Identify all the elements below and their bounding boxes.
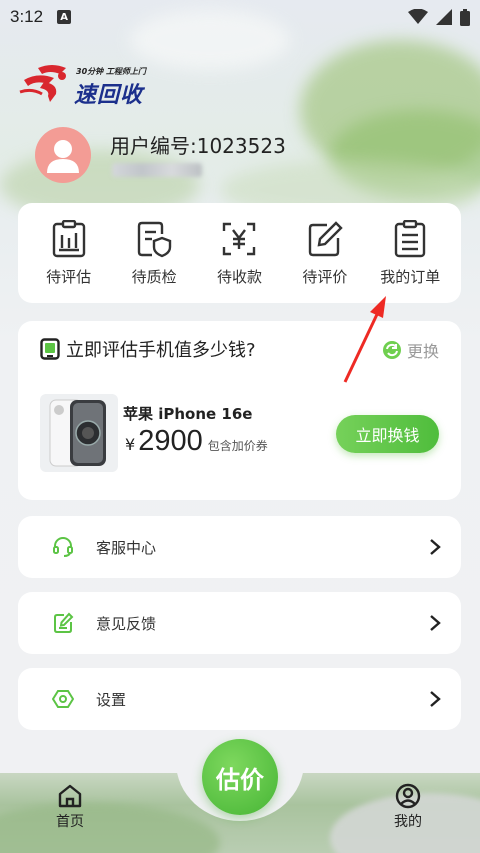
status-time: 3:12 [10, 7, 44, 26]
estimate-fab-button[interactable]: 估价 [202, 739, 278, 815]
order-item-pending-review[interactable]: 待评价 [285, 220, 365, 287]
menu-label: 意见反馈 [96, 614, 157, 633]
headset-icon [53, 537, 73, 557]
logo-slogan: 30分钟 工程师上门 [76, 67, 146, 76]
price-note: 包含加价券 [207, 439, 268, 453]
order-label: 待质检 [131, 267, 177, 286]
estimate-title: 立即评估手机值多少钱? [66, 340, 256, 361]
refresh-icon [382, 341, 401, 359]
nav-mine[interactable]: 我的 [378, 783, 438, 831]
signal-icon [436, 9, 452, 25]
user-id: 用户编号:1023523 [110, 134, 286, 158]
clipboard-chart-icon [52, 219, 85, 257]
swap-label: 更换 [406, 342, 439, 361]
estimate-header: 立即评估手机值多少钱? [40, 336, 256, 362]
currency-symbol: ¥ [125, 435, 136, 454]
battery-icon [460, 8, 470, 26]
menu-customer-service[interactable]: 客服中心 [18, 516, 461, 578]
chevron-right-icon [430, 615, 441, 631]
order-label: 待收款 [216, 267, 262, 286]
menu-settings[interactable]: 设置 [18, 668, 461, 730]
chevron-right-icon [430, 691, 441, 707]
user-name-redacted [112, 163, 202, 177]
home-icon [58, 784, 82, 808]
nav-home-label: 首页 [56, 814, 84, 830]
yuan-scan-icon [223, 222, 256, 255]
user-circle-icon [395, 783, 421, 809]
order-label: 待评估 [46, 267, 92, 286]
runner-logo-icon [19, 65, 66, 102]
shield-doc-icon [137, 221, 172, 257]
price-value: 2900 [138, 425, 203, 457]
chevron-right-icon [430, 539, 441, 555]
menu-feedback[interactable]: 意见反馈 [18, 592, 461, 654]
app-logo: 30分钟 工程师上门 速回收 [18, 58, 148, 108]
edit-icon [308, 220, 343, 256]
phone-name: 苹果 iPhone 16e [123, 405, 253, 423]
list-doc-icon [395, 219, 426, 257]
order-item-pending-evaluation[interactable]: 待评估 [29, 219, 109, 287]
order-label: 待评价 [302, 267, 348, 286]
order-item-pending-payment[interactable]: 待收款 [199, 220, 279, 287]
swap-phone-button[interactable]: 更换 [382, 338, 439, 362]
estimate-card: 立即评估手机值多少钱? 更换 苹果 iPhone 16e ¥ 2900 包含加价… [18, 321, 461, 500]
logo-name: 速回收 [74, 83, 144, 108]
menu-label: 客服中心 [96, 538, 157, 557]
phone-price-icon [40, 338, 60, 360]
nav-mine-label: 我的 [394, 814, 422, 830]
order-item-my-orders[interactable]: 我的订单 [370, 219, 450, 287]
user-avatar-icon [47, 140, 79, 173]
order-label: 我的订单 [380, 267, 441, 286]
settings-icon [52, 690, 74, 708]
order-status-card: 待评估 待质检 待收款 待评价 我的订单 [18, 203, 461, 303]
exchange-now-button[interactable]: 立即换钱 [336, 415, 439, 453]
notification-a-icon: A [57, 10, 72, 24]
order-item-pending-inspection[interactable]: 待质检 [114, 220, 194, 287]
nav-home[interactable]: 首页 [40, 783, 100, 831]
menu-label: 设置 [96, 690, 127, 709]
status-bar: 3:12 A [0, 0, 480, 34]
avatar[interactable] [35, 127, 91, 183]
feedback-icon [54, 612, 74, 633]
phone-image [40, 394, 118, 472]
wifi-icon [408, 9, 428, 24]
price-row: ¥ 2900 包含加价券 [125, 425, 268, 458]
